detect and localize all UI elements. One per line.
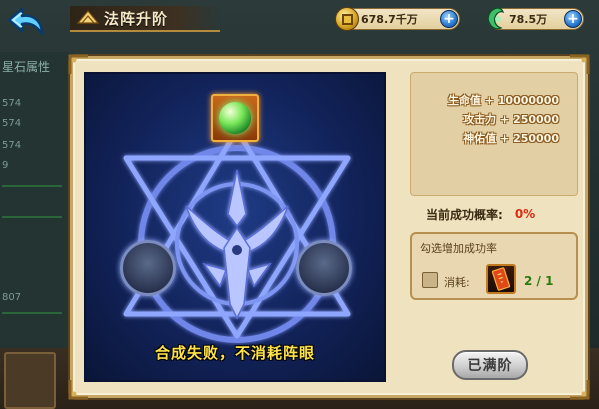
background-left-title: 星石属性 [2,60,51,74]
background-divider [2,312,62,314]
consume-label: 消耗: [444,276,470,289]
array-eye-slot-left[interactable] [120,240,176,296]
background-number: 9 [2,160,9,171]
page-title: 法阵升阶 [104,9,169,28]
coin-icon [335,7,359,31]
stat-attack: 攻击力 + 250000 [463,113,559,126]
talisman-icon [491,267,511,291]
back-arrow-icon [7,7,44,36]
core-gem-slot[interactable] [211,94,259,142]
background-number: 574 [2,140,22,151]
add-coins-button[interactable]: + [440,10,458,28]
jade-currency-box: 78.5万 + [487,7,584,30]
maxed-rank-button[interactable]: 已满阶 [452,350,528,380]
success-rate-row: 当前成功概率: 0% [410,205,578,223]
boost-checkbox[interactable] [422,272,438,288]
success-rate-value: 0% [514,207,536,221]
back-button[interactable] [6,4,50,42]
frame-corner-ornament [568,378,590,400]
attribute-bonus-panel: 生命值 + 10000000 攻击力 + 250000 神佑值 + 250000 [410,72,578,196]
background-card [4,352,56,409]
background-divider [2,185,62,187]
background-number: 574 [2,118,22,129]
magic-array-panel: 合成失败，不消耗阵眼 [84,72,386,382]
stat-blessing: 神佑值 + 250000 [463,132,559,145]
boost-success-box: 勾选增加成功率 消耗: 2 / 1 [410,232,578,300]
background-number: 807 [2,292,22,303]
boost-title: 勾选增加成功率 [420,242,497,255]
add-jade-button[interactable]: + [564,10,582,28]
array-eye-slot-right[interactable] [296,240,352,296]
stat-hp: 生命值 + 10000000 [447,94,559,107]
talisman-count: 2 / 1 [524,274,554,288]
background-divider [2,216,62,218]
background-number: 574 [2,98,22,109]
title-emblem-icon [76,10,100,24]
gem-icon [219,102,251,134]
talisman-item-slot[interactable] [486,264,516,294]
coin-currency-box: 678.7千万 + [335,7,460,31]
synthesis-fail-message: 合成失败，不消耗阵眼 [154,344,315,362]
jade-icon [487,7,505,30]
page-title-bar: 法阵升阶 [70,6,220,32]
success-rate-label: 当前成功概率: [426,207,503,222]
